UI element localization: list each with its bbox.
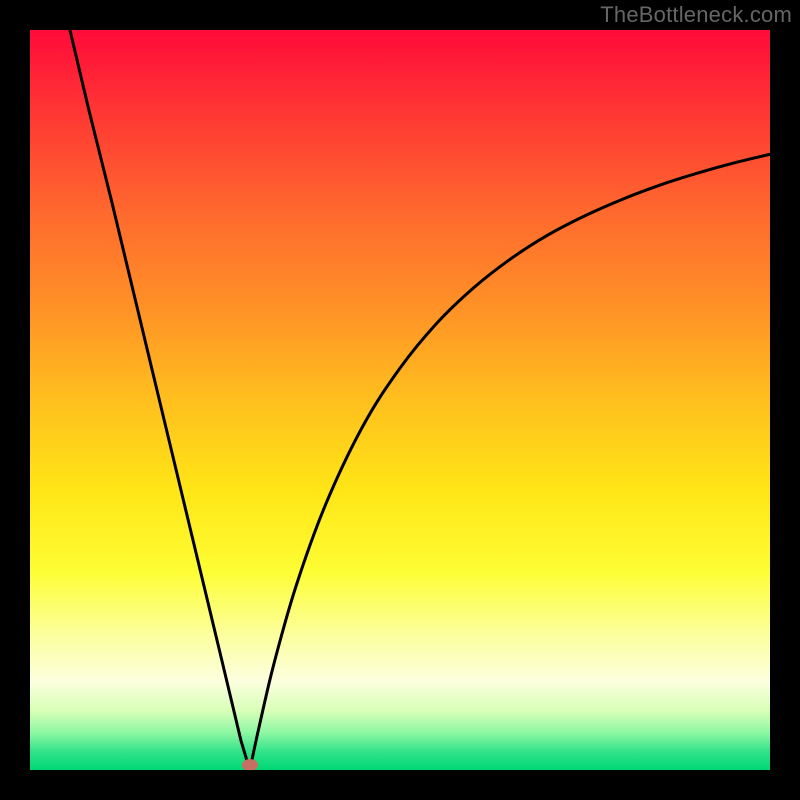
plot-area [30, 30, 770, 770]
optimum-marker [242, 759, 258, 770]
bottleneck-curve [30, 30, 770, 770]
watermark-text: TheBottleneck.com [600, 2, 792, 28]
